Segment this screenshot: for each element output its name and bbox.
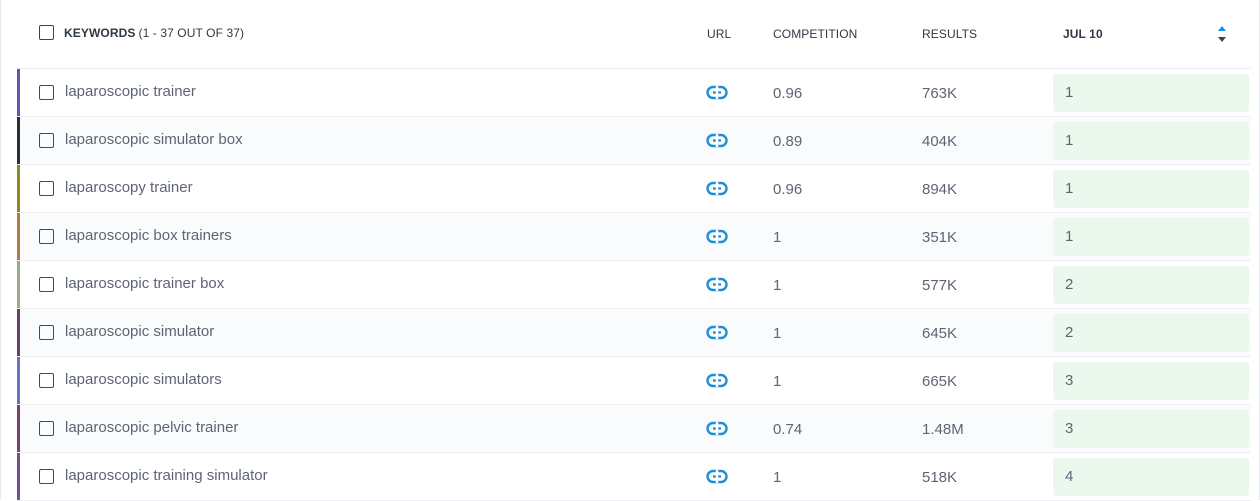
keywords-column-header: KEYWORDS (1 - 37 OUT OF 37) bbox=[39, 25, 244, 40]
link-icon[interactable] bbox=[706, 180, 728, 197]
row-color-accent bbox=[17, 453, 20, 500]
rank-cell[interactable]: 2 bbox=[1053, 266, 1249, 304]
link-icon[interactable] bbox=[706, 84, 728, 101]
competition-value: 0.89 bbox=[773, 133, 803, 150]
row-color-accent bbox=[17, 117, 20, 164]
link-icon[interactable] bbox=[706, 372, 728, 389]
competition-column-header[interactable]: COMPETITION bbox=[773, 27, 857, 41]
keyword-text: laparoscopic training simulator bbox=[65, 467, 268, 484]
row-color-accent bbox=[17, 165, 20, 212]
keyword-text: laparoscopic simulator box bbox=[65, 131, 243, 148]
link-icon[interactable] bbox=[706, 132, 728, 149]
row-checkbox[interactable] bbox=[39, 85, 54, 100]
results-value: 665K bbox=[922, 373, 958, 390]
select-all-checkbox[interactable] bbox=[39, 25, 54, 40]
row-color-accent bbox=[17, 213, 20, 260]
url-column-header: URL bbox=[707, 27, 732, 41]
keywords-header-label[interactable]: KEYWORDS bbox=[64, 26, 135, 40]
competition-value: 0.96 bbox=[773, 85, 803, 102]
row-checkbox[interactable] bbox=[39, 469, 54, 484]
competition-value: 1 bbox=[773, 373, 782, 390]
rank-cell[interactable]: 4 bbox=[1053, 458, 1249, 496]
rank-cell[interactable]: 1 bbox=[1053, 122, 1249, 160]
link-icon[interactable] bbox=[706, 324, 728, 341]
link-icon[interactable] bbox=[706, 276, 728, 293]
table-row: laparoscopic simulator box 0.89 404K 1 bbox=[17, 117, 1251, 165]
keyword-text: laparoscopic box trainers bbox=[65, 227, 232, 244]
rank-cell[interactable]: 1 bbox=[1053, 74, 1249, 112]
link-icon[interactable] bbox=[706, 468, 728, 485]
row-color-accent bbox=[17, 357, 20, 404]
table-row: laparoscopic training simulator 1 518K 4 bbox=[17, 453, 1251, 501]
row-checkbox[interactable] bbox=[39, 181, 54, 196]
competition-value: 1 bbox=[773, 277, 782, 294]
results-value: 763K bbox=[922, 85, 958, 102]
keyword-text: laparoscopic simulators bbox=[65, 371, 222, 388]
results-value: 894K bbox=[922, 181, 958, 198]
link-icon[interactable] bbox=[706, 420, 728, 437]
competition-value: 0.96 bbox=[773, 181, 803, 198]
results-value: 404K bbox=[922, 133, 958, 150]
row-checkbox[interactable] bbox=[39, 421, 54, 436]
table-row: laparoscopic pelvic trainer 0.74 1.48M 3 bbox=[17, 405, 1251, 453]
rank-cell[interactable]: 3 bbox=[1053, 362, 1249, 400]
keyword-text: laparoscopic trainer bbox=[65, 83, 196, 100]
results-value: 351K bbox=[922, 229, 958, 246]
table-row: laparoscopic simulator 1 645K 2 bbox=[17, 309, 1251, 357]
rank-cell[interactable]: 1 bbox=[1053, 170, 1249, 208]
competition-value: 1 bbox=[773, 229, 782, 246]
table-row: laparoscopic box trainers 1 351K 1 bbox=[17, 213, 1251, 261]
row-checkbox[interactable] bbox=[39, 133, 54, 148]
rank-cell[interactable]: 2 bbox=[1053, 314, 1249, 352]
results-value: 1.48M bbox=[922, 421, 964, 438]
table-body: laparoscopic trainer 0.96 763K 1 laparoscopi… bbox=[17, 69, 1251, 501]
results-column-header[interactable]: RESULTS bbox=[922, 27, 977, 41]
keywords-count: (1 - 37 OUT OF 37) bbox=[138, 25, 245, 40]
row-color-accent bbox=[17, 405, 20, 452]
row-checkbox[interactable] bbox=[39, 229, 54, 244]
row-color-accent bbox=[17, 69, 20, 116]
link-icon[interactable] bbox=[706, 228, 728, 245]
keyword-text: laparoscopic pelvic trainer bbox=[65, 419, 239, 436]
table-row: laparoscopic trainer box 1 577K 2 bbox=[17, 261, 1251, 309]
rank-cell[interactable]: 1 bbox=[1053, 218, 1249, 256]
row-color-accent bbox=[17, 309, 20, 356]
table-row: laparoscopic simulators 1 665K 3 bbox=[17, 357, 1251, 405]
rank-cell[interactable]: 3 bbox=[1053, 410, 1249, 448]
row-checkbox[interactable] bbox=[39, 277, 54, 292]
competition-value: 1 bbox=[773, 325, 782, 342]
keyword-table-panel: KEYWORDS (1 - 37 OUT OF 37) URL COMPETIT… bbox=[0, 0, 1260, 501]
row-checkbox[interactable] bbox=[39, 373, 54, 388]
keyword-text: laparoscopic simulator bbox=[65, 323, 215, 340]
table-row: laparoscopy trainer 0.96 894K 1 bbox=[17, 165, 1251, 213]
keyword-text: laparoscopic trainer box bbox=[65, 275, 225, 292]
competition-value: 1 bbox=[773, 469, 782, 486]
sort-up-down-icon[interactable] bbox=[1217, 25, 1227, 43]
date-column-header[interactable]: JUL 10 bbox=[1063, 27, 1103, 41]
row-checkbox[interactable] bbox=[39, 325, 54, 340]
competition-value: 0.74 bbox=[773, 421, 803, 438]
row-color-accent bbox=[17, 261, 20, 308]
keyword-text: laparoscopy trainer bbox=[65, 179, 193, 196]
results-value: 645K bbox=[922, 325, 958, 342]
results-value: 518K bbox=[922, 469, 958, 486]
table-header: KEYWORDS (1 - 37 OUT OF 37) URL COMPETIT… bbox=[17, 0, 1251, 69]
table-row: laparoscopic trainer 0.96 763K 1 bbox=[17, 69, 1251, 117]
results-value: 577K bbox=[922, 277, 958, 294]
